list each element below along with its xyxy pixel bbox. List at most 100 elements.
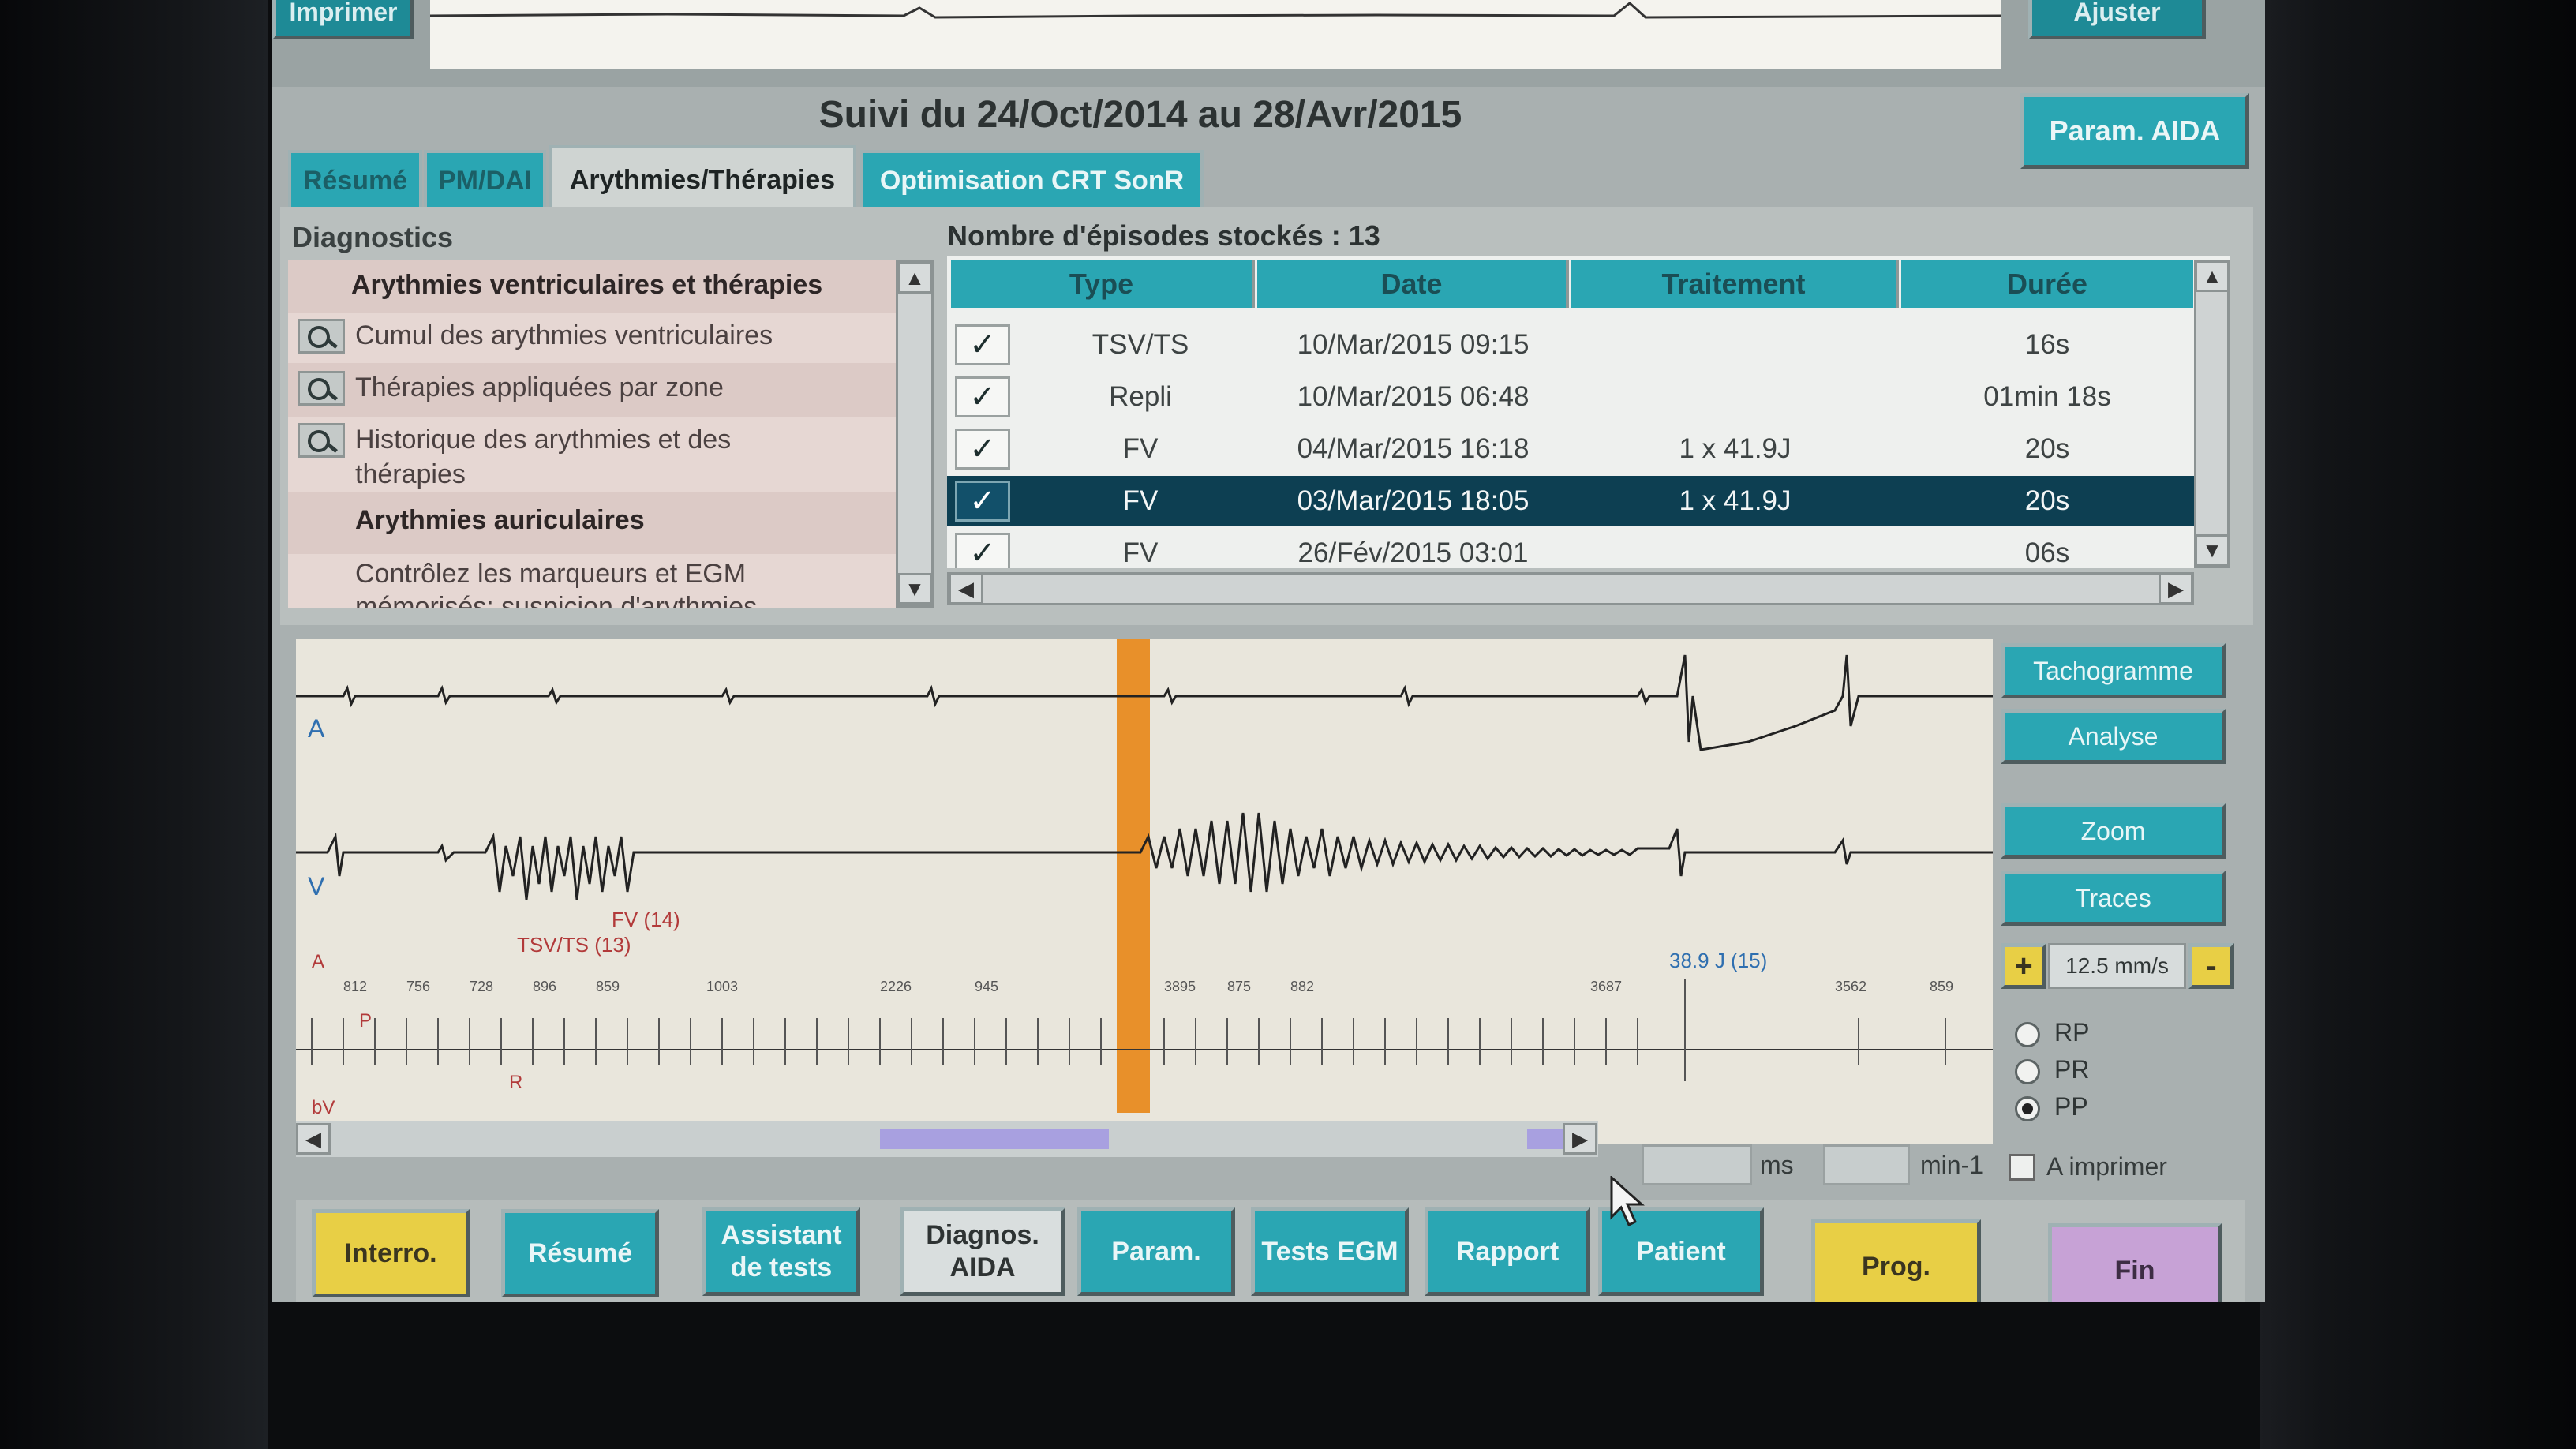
scroll-down-arrow-icon[interactable]: ▼	[897, 573, 932, 605]
bv-marker: bV	[312, 1097, 335, 1118]
check-icon[interactable]: ✓	[955, 324, 1010, 365]
list-item-label: mémorisés: suspicion d'arythmies	[355, 592, 758, 608]
cursor-marker	[1117, 639, 1150, 1113]
magnifier-icon[interactable]	[298, 371, 345, 406]
interval-value: 875	[1227, 979, 1252, 994]
ms-field[interactable]	[1642, 1144, 1752, 1185]
adjust-button[interactable]: Ajuster	[2028, 0, 2206, 39]
list-item[interactable]: Cumul des arythmies ventriculaires	[288, 313, 896, 363]
column-header-type[interactable]: Type	[951, 260, 1255, 308]
list-item[interactable]: Arythmies ventriculaires et thérapies	[351, 270, 896, 301]
table-row[interactable]: ✓ Repli 10/Mar/2015 06:48 01min 18s	[947, 372, 2194, 422]
list-item[interactable]: Contrôlez les marqueurs et EGM mémorisés…	[288, 554, 896, 608]
interval-value: 756	[406, 979, 431, 994]
interro-button[interactable]: Interro.	[312, 1209, 470, 1297]
radio-pr[interactable]: PR	[2015, 1055, 2089, 1084]
prog-button[interactable]: Prog.	[1811, 1219, 1981, 1302]
traces-button[interactable]: Traces	[2001, 871, 2226, 926]
column-header-duration[interactable]: Durée	[1901, 260, 2193, 308]
tab-arythmies-therapies[interactable]: Arythmies/Thérapies	[549, 145, 856, 212]
test-assistant-button[interactable]: Assistant de tests	[702, 1208, 860, 1296]
list-item-label: Arythmies auriculaires	[355, 505, 645, 535]
scroll-right-arrow-icon[interactable]: ▶	[1563, 1123, 1597, 1155]
analysis-button[interactable]: Analyse	[2001, 709, 2226, 764]
table-row[interactable]: ✓ FV 26/Fév/2015 03:01 06s	[947, 528, 2194, 568]
table-row[interactable]: ✓ TSV/TS 10/Mar/2015 09:15 16s	[947, 320, 2194, 370]
scroll-down-arrow-icon[interactable]: ▼	[2195, 534, 2230, 566]
interval-value: 896	[533, 979, 557, 994]
print-button[interactable]: Imprimer	[272, 0, 414, 39]
print-checkbox-label: A imprimer	[2046, 1152, 2167, 1181]
table-row-selected[interactable]: ✓ FV 03/Mar/2015 18:05 1 x 41.9J 20s	[947, 476, 2194, 526]
speed-plus-button[interactable]: +	[2001, 943, 2046, 989]
episodes-vscrollbar[interactable]	[2194, 260, 2230, 568]
cell-duration: 20s	[2024, 485, 2070, 516]
column-header-treatment[interactable]: Traitement	[1571, 260, 1899, 308]
monitor-bezel-right	[2260, 0, 2576, 1449]
min-unit: min-1	[1920, 1151, 1984, 1179]
channel-a-label: A	[308, 714, 325, 743]
interval-value: 728	[470, 979, 494, 994]
magnifier-icon[interactable]	[298, 423, 345, 458]
print-checkbox[interactable]	[2009, 1154, 2035, 1181]
magnifier-icon[interactable]	[298, 319, 345, 354]
radio-rp[interactable]: RP	[2015, 1018, 2089, 1047]
radio-label: RP	[2054, 1018, 2090, 1046]
cell-date: 26/Fév/2015 03:01	[1297, 537, 1529, 568]
check-icon[interactable]: ✓	[955, 376, 1010, 417]
page-title: Suivi du 24/Oct/2014 au 28/Avr/2015	[818, 94, 1462, 136]
mouse-cursor-icon	[1610, 1176, 1645, 1227]
egm-scrollbar[interactable]: ◀ ▶	[296, 1121, 1598, 1157]
param-button[interactable]: Param.	[1077, 1208, 1235, 1296]
table-row[interactable]: ✓ FV 04/Mar/2015 16:18 1 x 41.9J 20s	[947, 424, 2194, 474]
zoom-button[interactable]: Zoom	[2001, 803, 2226, 859]
diagnos-aida-button[interactable]: Diagnos. AIDA	[900, 1208, 1065, 1296]
speed-minus-button[interactable]: -	[2188, 943, 2234, 989]
report-button[interactable]: Rapport	[1425, 1208, 1590, 1296]
egm-viewer[interactable]: A V FV (14) TSV/TS (13) 38.9 J (15) A P …	[296, 639, 1993, 1144]
list-item-label: Thérapies appliquées par zone	[355, 373, 724, 402]
cell-type: FV	[1122, 537, 1159, 568]
cell-duration: 16s	[2024, 329, 2070, 360]
radio-pp[interactable]: PP	[2015, 1092, 2088, 1121]
column-header-date[interactable]: Date	[1257, 260, 1569, 308]
min-field[interactable]	[1823, 1144, 1910, 1185]
radio-label: PR	[2054, 1055, 2090, 1084]
cell-treatment	[1571, 528, 1899, 568]
interval-value: 3562	[1835, 979, 1867, 994]
check-icon[interactable]: ✓	[955, 533, 1010, 568]
top-strip: Imprimer Ajuster	[272, 0, 2265, 87]
cell-type: TSV/TS	[1091, 329, 1189, 360]
check-icon[interactable]: ✓	[955, 481, 1010, 522]
end-button[interactable]: Fin	[2048, 1223, 2222, 1302]
tab-optimisation-crt[interactable]: Optimisation CRT SonR	[860, 150, 1204, 208]
tests-egm-button[interactable]: Tests EGM	[1251, 1208, 1409, 1296]
episode-count: Nombre d'épisodes stockés : 13	[947, 219, 1380, 252]
cell-duration: 06s	[2024, 537, 2070, 568]
scroll-up-arrow-icon[interactable]: ▲	[897, 262, 932, 294]
interval-value: 859	[1930, 979, 1954, 994]
scroll-up-arrow-icon[interactable]: ▲	[2195, 260, 2230, 292]
radio-dot	[2015, 1021, 2040, 1047]
diagnostics-scrollbar[interactable]	[896, 260, 934, 608]
list-item[interactable]: Thérapies appliquées par zone	[288, 365, 896, 415]
cell-treatment	[1571, 372, 1899, 422]
scroll-left-arrow-icon[interactable]: ◀	[949, 573, 983, 605]
list-item[interactable]: Arythmies auriculaires	[355, 505, 896, 536]
check-icon[interactable]: ✓	[955, 429, 1010, 470]
scroll-thumb[interactable]	[880, 1129, 1109, 1149]
radio-label: PP	[2054, 1092, 2088, 1121]
interval-value: 945	[975, 979, 999, 994]
tachogram-button[interactable]: Tachogramme	[2001, 643, 2226, 698]
scroll-left-arrow-icon[interactable]: ◀	[296, 1123, 331, 1155]
episodes-hscrollbar[interactable]	[947, 572, 2194, 605]
tab-resume[interactable]: Résumé	[288, 150, 422, 208]
list-item-label: Cumul des arythmies ventriculaires	[355, 320, 773, 350]
param-aida-button[interactable]: Param. AIDA	[2020, 93, 2249, 169]
cell-duration: 20s	[2024, 433, 2070, 464]
resume-button[interactable]: Résumé	[501, 1209, 659, 1297]
list-item[interactable]: Historique des arythmies et des thérapie…	[288, 417, 896, 492]
scroll-right-arrow-icon[interactable]: ▶	[2159, 573, 2193, 605]
tab-pm-dai[interactable]: PM/DAI	[424, 150, 546, 208]
list-item-label: thérapies	[355, 459, 466, 489]
